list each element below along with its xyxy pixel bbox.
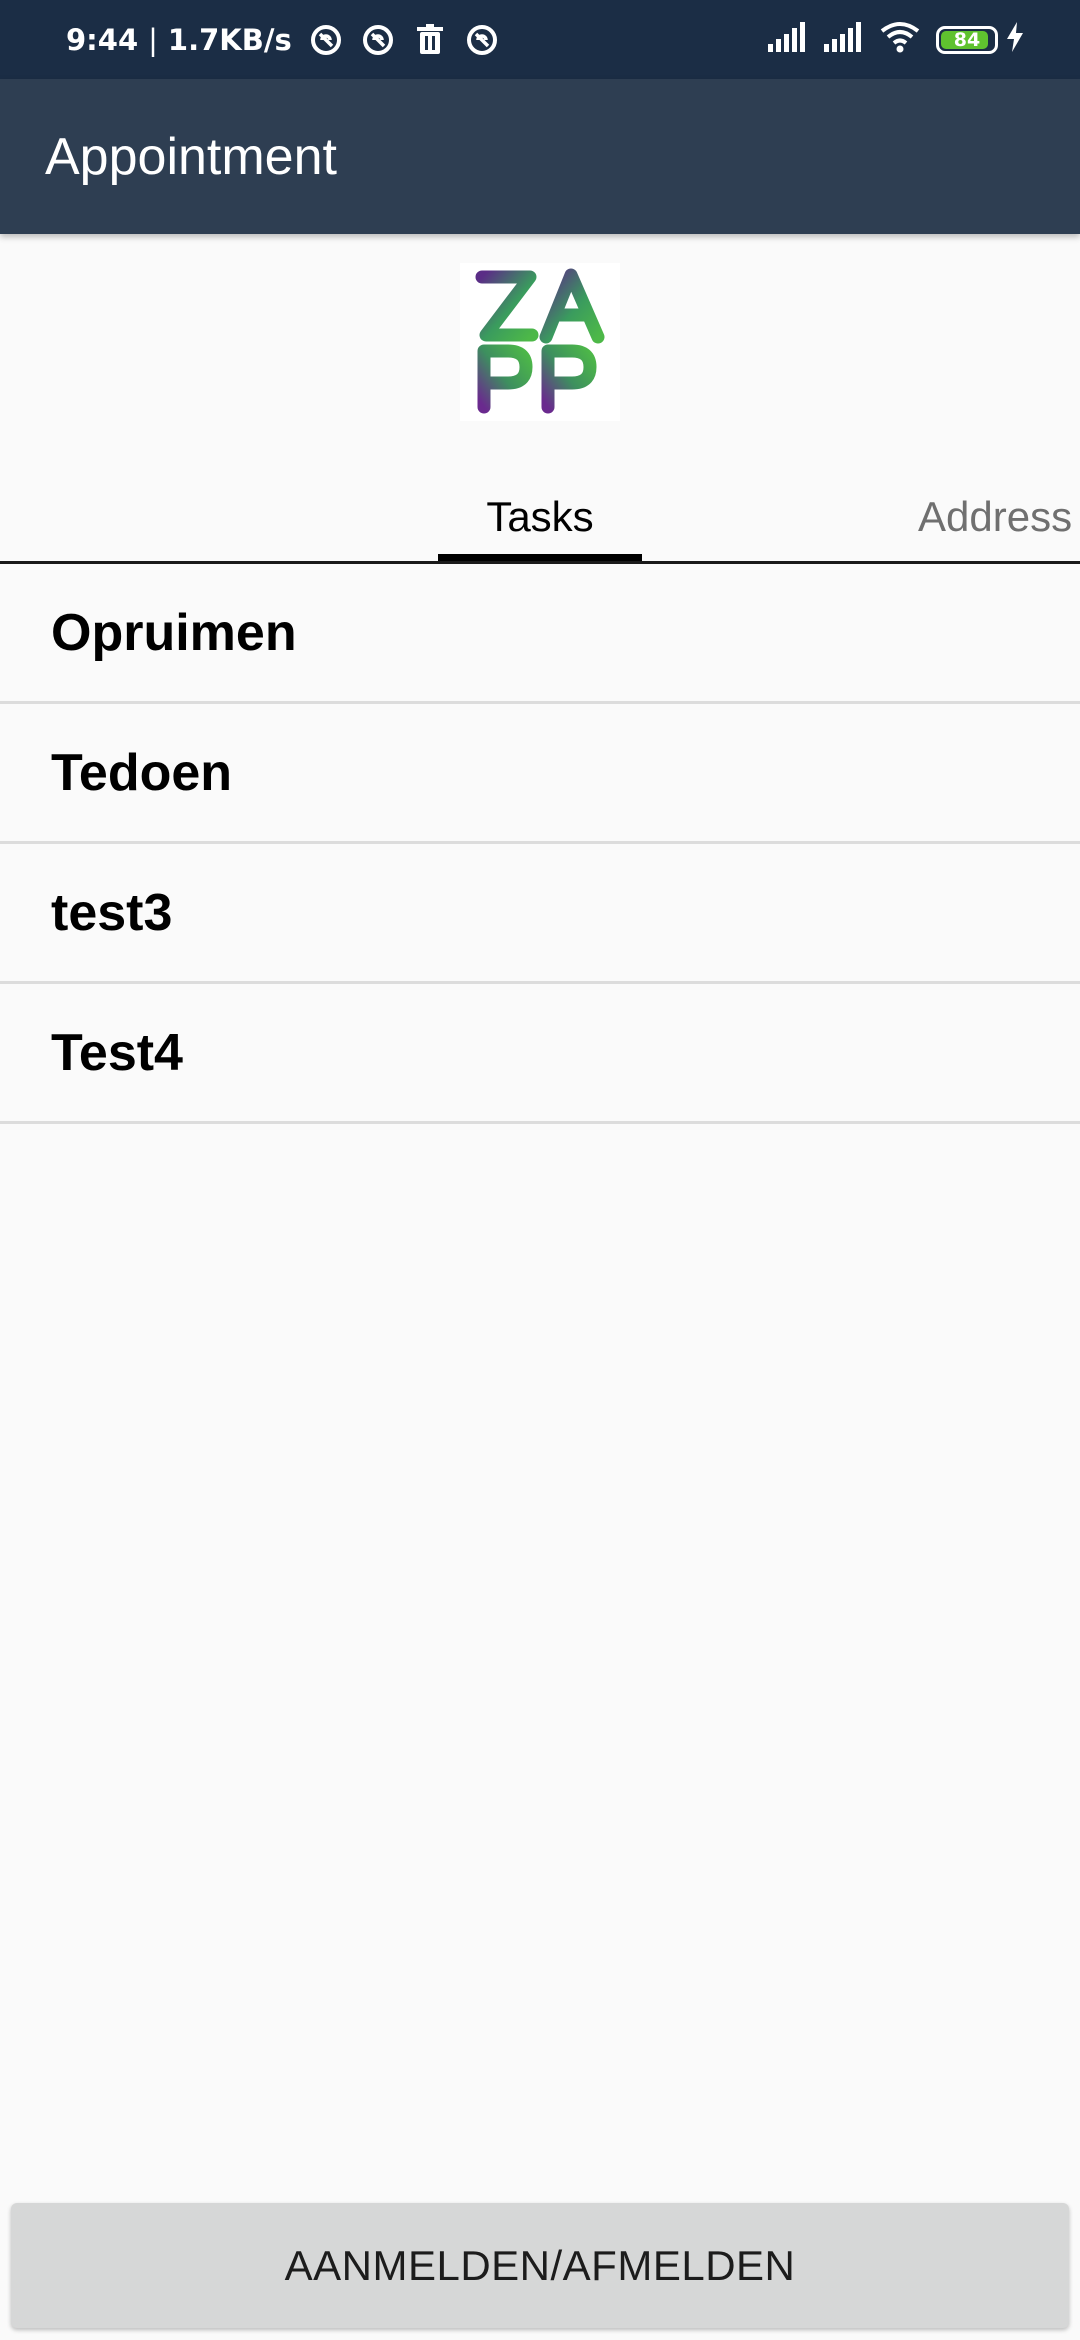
- battery-level: 84: [953, 28, 981, 51]
- status-left: 9:44 | 1.7KB/s: [66, 0, 500, 79]
- list-item[interactable]: test3: [0, 844, 1080, 984]
- wifi-icon: [880, 21, 920, 58]
- list-item[interactable]: Opruimen: [0, 564, 1080, 704]
- zapp-logo: [460, 263, 620, 421]
- app-title: Appointment: [45, 127, 337, 186]
- app-bar: Appointment: [0, 79, 1080, 234]
- status-time: 9:44: [66, 22, 139, 57]
- signal-icon: [768, 22, 808, 57]
- charging-icon: [1006, 22, 1024, 57]
- list-item[interactable]: Test4: [0, 984, 1080, 1124]
- tab-address[interactable]: Address: [900, 470, 1080, 563]
- network-speed: 1.7KB/s: [167, 22, 292, 57]
- aanmelden-afmelden-button[interactable]: AANMELDEN/AFMELDEN: [11, 2203, 1069, 2328]
- list-item[interactable]: Tedoen: [0, 704, 1080, 844]
- trash-icon: [412, 22, 448, 58]
- tab-tasks[interactable]: Tasks: [438, 470, 642, 563]
- tab-bar: Tasks Address: [0, 470, 1080, 563]
- notification-icon: [360, 22, 396, 58]
- notification-icon: [308, 22, 344, 58]
- task-list: Opruimen Tedoen test3 Test4: [0, 564, 1080, 1124]
- notification-icon: [464, 22, 500, 58]
- status-separator: |: [148, 22, 158, 57]
- battery-icon: 84: [936, 25, 998, 54]
- signal-icon: [824, 22, 864, 57]
- status-bar: 9:44 | 1.7KB/s 84: [0, 0, 1080, 79]
- status-right: 84: [768, 0, 1024, 79]
